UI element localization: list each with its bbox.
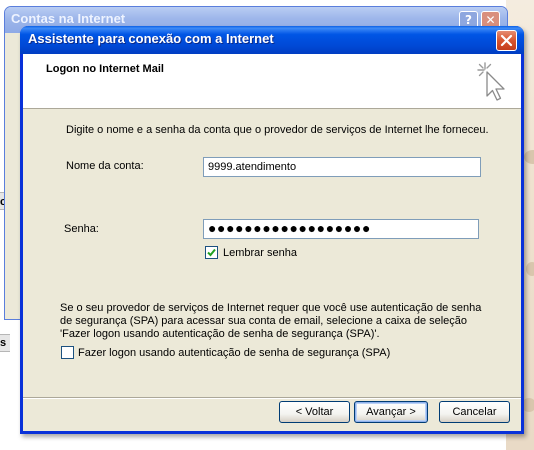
password-label: Senha: [64, 223, 99, 235]
account-name-input[interactable]: 9999.atendimento [203, 157, 481, 177]
spa-checkbox[interactable] [61, 346, 74, 359]
instruction-text: Digite o nome e a senha da conta que o p… [66, 124, 489, 136]
background-label: s [0, 337, 7, 349]
button-separator [23, 397, 521, 399]
dialog-titlebar: Assistente para conexão com a Internet [20, 26, 524, 54]
spa-description-line: de segurança (SPA) para acessar sua cont… [60, 315, 468, 327]
spa-checkbox-label: Fazer logon usando autenticação de senha… [78, 347, 391, 359]
connection-wizard-dialog: Assistente para conexão com a Internet L… [20, 26, 524, 434]
cancel-button[interactable]: Cancelar [439, 401, 510, 423]
close-icon [500, 34, 513, 47]
dialog-close-button[interactable] [496, 30, 517, 51]
remember-password-checkbox[interactable] [205, 246, 218, 259]
remember-password-label: Lembrar senha [223, 247, 297, 259]
checkmark-icon [207, 248, 216, 257]
account-name-label: Nome da conta: [66, 160, 144, 172]
next-button[interactable]: Avançar > [354, 401, 428, 423]
back-button[interactable]: < Voltar [279, 401, 350, 423]
spa-description: Se o seu provedor de serviços de Interne… [60, 302, 500, 341]
accounts-window-title: Contas na Internet [11, 11, 126, 26]
spa-description-line: Se o seu provedor de serviços de Interne… [60, 302, 482, 314]
wizard-cursor-icon [477, 62, 505, 101]
wizard-header: Logon no Internet Mail [23, 54, 521, 109]
password-input[interactable]: ●●●●●●●●●●●●●●●●●● [203, 219, 479, 239]
wizard-page-title: Logon no Internet Mail [46, 63, 164, 75]
spa-description-line: 'Fazer logon usando autenticação de senh… [60, 328, 380, 340]
dialog-title: Assistente para conexão com a Internet [28, 31, 274, 46]
wizard-content: Digite o nome e a senha da conta que o p… [23, 110, 521, 410]
